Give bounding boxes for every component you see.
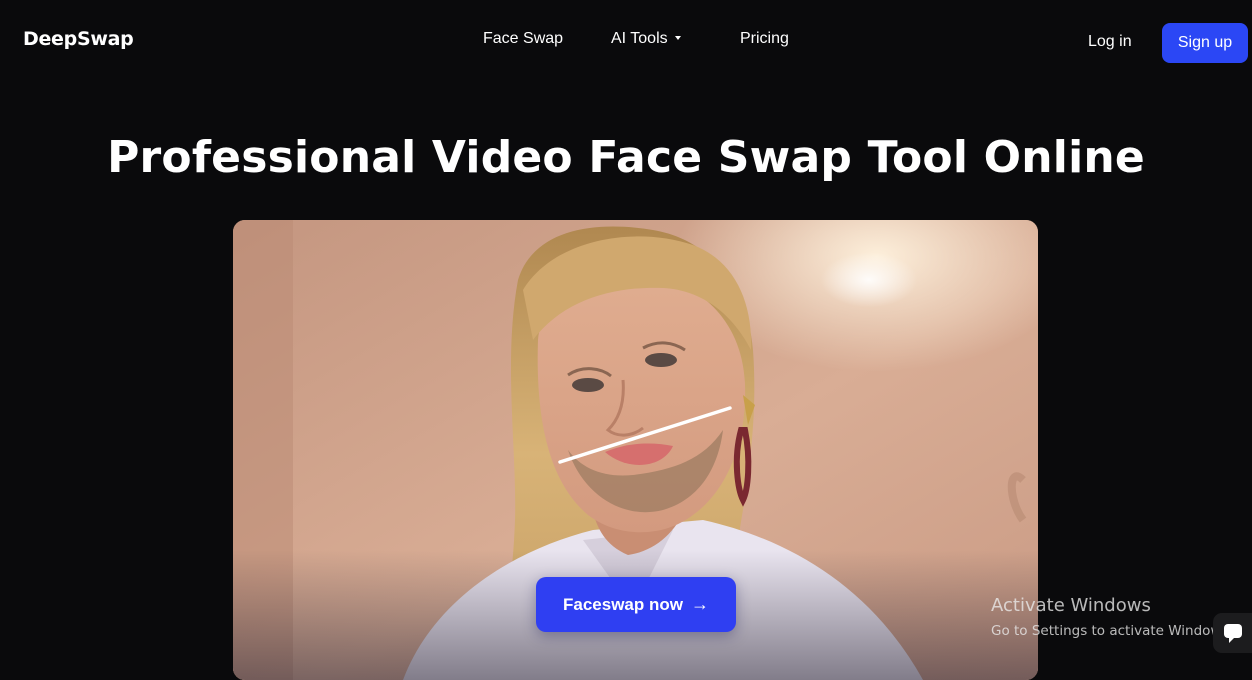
- faceswap-now-label: Faceswap now: [563, 594, 683, 614]
- nav-ai-tools[interactable]: AI Tools: [611, 30, 681, 48]
- deepswap-logo[interactable]: DeepSwap: [23, 28, 134, 50]
- chat-widget-button[interactable]: [1213, 613, 1252, 653]
- hero-title: Professional Video Face Swap Tool Online: [107, 132, 1145, 183]
- signup-button[interactable]: Sign up: [1162, 23, 1248, 63]
- caret-down-icon: [674, 35, 681, 40]
- chat-bubble-icon: [1223, 624, 1242, 643]
- nav-ai-tools-label: AI Tools: [611, 30, 668, 47]
- nav-pricing[interactable]: Pricing: [740, 30, 789, 48]
- login-link[interactable]: Log in: [1088, 33, 1132, 51]
- faceswap-now-button[interactable]: Faceswap now →: [536, 577, 736, 632]
- top-navbar: DeepSwap Face Swap AI Tools Pricing Log …: [0, 0, 1252, 84]
- arrow-right-icon: →: [690, 594, 709, 614]
- nav-face-swap[interactable]: Face Swap: [483, 30, 563, 48]
